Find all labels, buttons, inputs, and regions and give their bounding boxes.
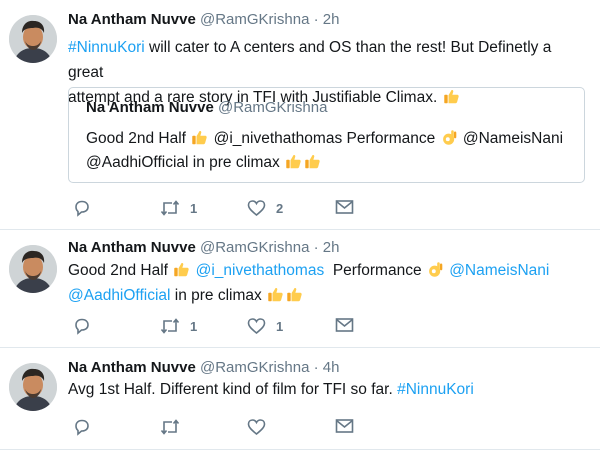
retweet-icon [160, 419, 180, 435]
tweet-header: Na Antham Nuvve @RamGKrishna · 2h [68, 239, 339, 256]
separator-dot: · [313, 359, 319, 376]
mention-link[interactable]: @i_nivethathomas [196, 262, 325, 279]
avatar[interactable] [9, 15, 57, 63]
thumbs-up-emoji [173, 261, 190, 278]
like-count: 1 [276, 318, 284, 334]
like-icon [247, 419, 266, 436]
dm-icon [335, 318, 354, 332]
quote-text-part: @AadhiOfficial in pre climax [86, 154, 280, 171]
tweet-header: Na Antham Nuvve @RamGKrishna · 2h [68, 11, 339, 28]
user-handle[interactable]: @RamGKrishna [200, 11, 309, 28]
user-handle[interactable]: @RamGKrishna [200, 239, 309, 256]
quote-text-part: @i_nivethathomas Performance [213, 130, 436, 147]
mention-link[interactable]: @AadhiOfficial [68, 287, 170, 304]
separator-dot: · [313, 11, 319, 28]
quote-text-part: Good 2nd Half [86, 130, 186, 147]
user-handle[interactable]: @RamGKrishna [200, 359, 309, 376]
like-count: 2 [276, 200, 284, 216]
retweet-button[interactable]: 1 [160, 199, 197, 217]
quote-display-name: Na Antham Nuvve [86, 99, 214, 116]
quote-header: Na Antham Nuvve @RamGKrishna [86, 99, 327, 116]
retweet-count: 1 [190, 318, 198, 334]
reply-button[interactable] [73, 418, 91, 436]
thumbs-up-emoji [191, 129, 208, 146]
dm-icon [335, 419, 354, 433]
quote-text-part: @NameisNani [462, 130, 564, 147]
quote-handle: @RamGKrishna [217, 99, 328, 116]
thumbs-up-emoji [304, 153, 321, 170]
separator-dot: · [313, 239, 319, 256]
like-button[interactable]: 2 [247, 199, 283, 217]
ok-hand-emoji [427, 261, 444, 278]
reply-button[interactable] [73, 317, 91, 335]
like-icon [247, 200, 266, 217]
like-button[interactable]: 1 [247, 317, 283, 335]
retweet-icon [160, 200, 180, 216]
tweet-header: Na Antham Nuvve @RamGKrishna · 4h [68, 359, 339, 376]
hashtag-link[interactable]: #NinnuKori [68, 39, 145, 56]
thumbs-up-emoji [286, 286, 303, 303]
timestamp[interactable]: 2h [323, 11, 340, 28]
thumbs-up-emoji [285, 153, 302, 170]
display-name[interactable]: Na Antham Nuvve [68, 359, 196, 376]
direct-message-button[interactable] [335, 317, 354, 333]
tweet-text-part: Good 2nd Half [68, 262, 168, 279]
timestamp[interactable]: 2h [323, 239, 340, 256]
tweet[interactable]: Na Antham Nuvve @RamGKrishna · 4h Avg 1s… [0, 348, 600, 450]
direct-message-button[interactable] [335, 199, 354, 215]
avatar[interactable] [9, 245, 57, 293]
hashtag-link[interactable]: #NinnuKori [397, 381, 474, 398]
timestamp[interactable]: 4h [323, 359, 340, 376]
retweet-icon [160, 318, 180, 334]
avatar[interactable] [9, 363, 57, 411]
quoted-tweet[interactable]: Na Antham Nuvve @RamGKrishna Good 2nd Ha… [68, 87, 585, 183]
like-icon [247, 318, 266, 335]
reply-button[interactable] [73, 199, 91, 217]
retweet-button[interactable]: 1 [160, 317, 197, 335]
retweet-count: 1 [190, 200, 198, 216]
tweet-text-part: Performance [332, 262, 422, 279]
tweet[interactable]: Na Antham Nuvve @RamGKrishna · 2h Good 2… [0, 230, 600, 348]
dm-icon [335, 200, 354, 214]
tweet[interactable]: Na Antham Nuvve @RamGKrishna · 2h #Ninnu… [0, 0, 600, 230]
thumbs-up-emoji [267, 286, 284, 303]
retweet-button[interactable] [160, 418, 180, 436]
reply-icon [75, 419, 89, 436]
quote-text: Good 2nd Half @i_nivethathomas Performan… [86, 127, 566, 175]
display-name[interactable]: Na Antham Nuvve [68, 11, 196, 28]
display-name[interactable]: Na Antham Nuvve [68, 239, 196, 256]
mention-link[interactable]: @NameisNani [449, 262, 549, 279]
like-button[interactable] [247, 418, 266, 436]
reply-icon [75, 200, 89, 217]
tweet-text: Good 2nd Half @i_nivethathomas Performan… [68, 258, 583, 308]
tweet-text-part: in pre climax [170, 287, 262, 304]
tweet-feed: Na Antham Nuvve @RamGKrishna · 2h #Ninnu… [0, 0, 600, 450]
reply-icon [75, 318, 89, 335]
direct-message-button[interactable] [335, 418, 354, 434]
ok-hand-emoji [441, 129, 458, 146]
tweet-text: Avg 1st Half. Different kind of film for… [68, 377, 583, 402]
tweet-text-part: Avg 1st Half. Different kind of film for… [68, 381, 398, 398]
